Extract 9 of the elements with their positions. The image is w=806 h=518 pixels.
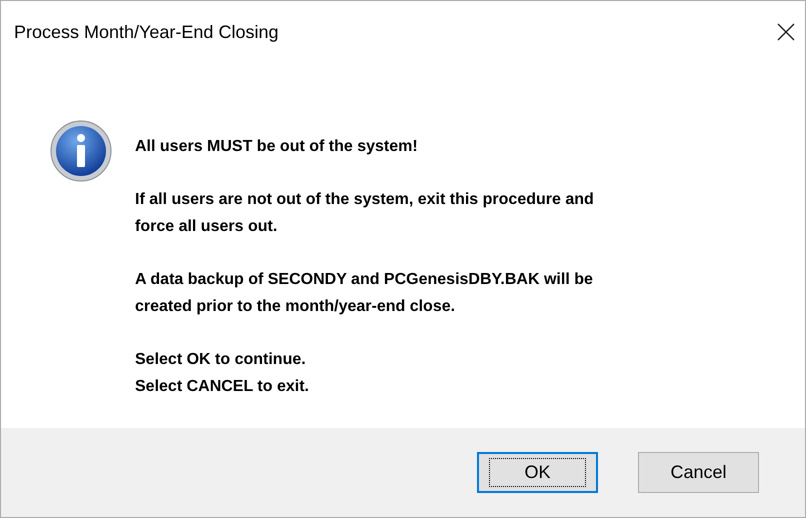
info-icon [49, 119, 113, 183]
close-icon[interactable] [777, 23, 795, 41]
dialog-button[interactable]: OK [477, 452, 598, 493]
message-text: A data backup of SECONDY and PCGenesisDBY.BAK will be created prior to the month/year-end close. [135, 270, 594, 317]
window-title: Process Month/Year-End Closing [14, 22, 278, 42]
message-text: Select OK to continue. Select CANCEL to exit. [135, 350, 310, 397]
dialog-button[interactable]: Cancel [638, 452, 759, 493]
message-text: All users MUST be out of the system! [135, 137, 419, 157]
message-text: If all users are not out of the system, exit this procedure and force all users out. [135, 190, 594, 237]
